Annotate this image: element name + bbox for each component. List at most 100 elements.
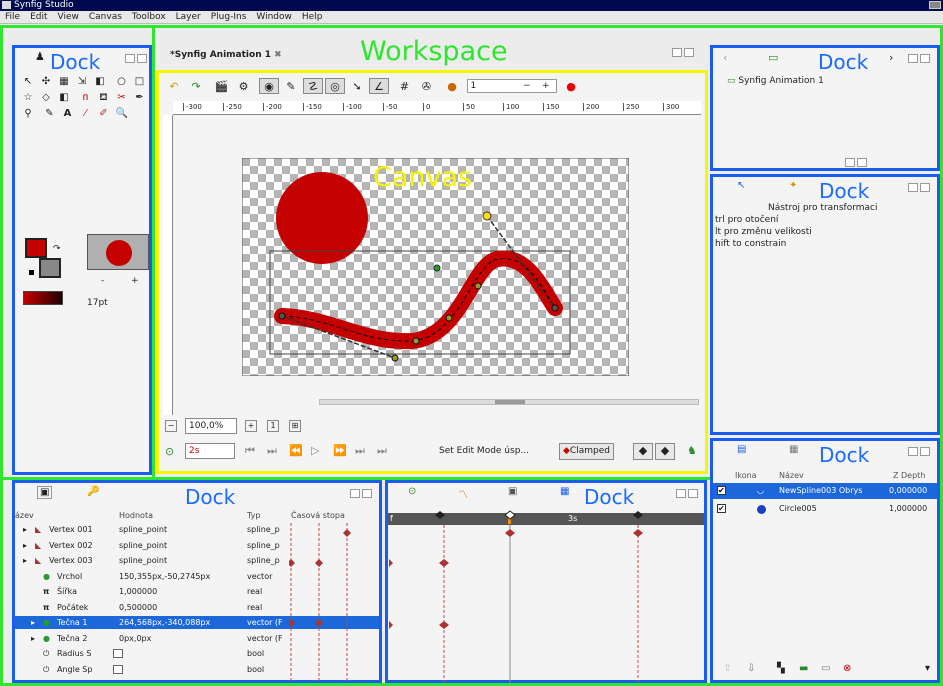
- raise-layer-icon[interactable]: ⇧: [723, 663, 731, 674]
- canvas-browser-tab-icon[interactable]: ▭: [768, 51, 778, 64]
- dock-buttons-6[interactable]: [676, 489, 702, 501]
- library-tab-icon[interactable]: ▦: [789, 444, 798, 455]
- vertex-handle-4[interactable]: [474, 282, 482, 290]
- record-icon[interactable]: ●: [561, 79, 581, 95]
- zoom-out-icon[interactable]: −: [165, 420, 177, 432]
- animation-mode-icon[interactable]: ⊙: [165, 445, 174, 458]
- dock-buttons-5[interactable]: [350, 489, 376, 501]
- zoom-in-icon[interactable]: +: [245, 420, 257, 432]
- document-tab[interactable]: *Synfig Animation 1 ✖: [170, 50, 282, 60]
- col-z-depth[interactable]: Z Depth: [893, 469, 925, 482]
- col-param-type[interactable]: Typ: [247, 509, 260, 522]
- expand-icon[interactable]: ▸: [23, 523, 27, 536]
- layers-tab-icon[interactable]: ▤: [737, 444, 746, 455]
- vertex-handle-3[interactable]: [445, 314, 453, 322]
- seek-prev-frame-icon[interactable]: ⏪: [289, 444, 303, 457]
- rotate-icon[interactable]: ◧: [94, 76, 106, 88]
- group-layer-icon[interactable]: ▚: [777, 663, 785, 674]
- menu-view[interactable]: View: [53, 11, 84, 24]
- reset-colors-icon[interactable]: [29, 270, 34, 275]
- text-icon[interactable]: A: [62, 108, 74, 120]
- dock-buttons[interactable]: [125, 54, 151, 66]
- keyframes-tab-icon[interactable]: 🔑: [87, 486, 99, 497]
- transform-icon[interactable]: ✣: [40, 76, 52, 88]
- upper-bound-icon[interactable]: ◆: [655, 443, 675, 460]
- sound-tab-icon[interactable]: ▣: [508, 486, 517, 497]
- polygon-icon[interactable]: ◇: [40, 92, 52, 104]
- col-name[interactable]: Název: [779, 469, 804, 482]
- col-param-value[interactable]: Hodnota: [119, 509, 153, 522]
- col-icon[interactable]: Ikona: [735, 469, 757, 482]
- col-param-name[interactable]: ázev: [15, 509, 34, 522]
- library-tab-icon-2[interactable]: ▦: [560, 486, 569, 497]
- toolbox-tab-icon[interactable]: ♟: [35, 50, 45, 63]
- fill-color-swatch[interactable]: [39, 258, 61, 278]
- menu-help[interactable]: Help: [297, 11, 328, 24]
- grid-icon[interactable]: #: [395, 79, 415, 95]
- layer-visibility-checkbox-2[interactable]: ✔: [717, 504, 726, 513]
- play-icon[interactable]: ▷: [311, 444, 319, 457]
- expand-icon[interactable]: ▸: [23, 554, 27, 567]
- brush-size-increase-button[interactable]: +: [131, 276, 139, 286]
- canvas-tree-item[interactable]: ▭ Synfig Animation 1: [727, 76, 824, 86]
- zoom-input[interactable]: 100,0%: [185, 418, 237, 434]
- delete-layer-icon[interactable]: ⊗: [843, 663, 851, 674]
- window-controls-icon[interactable]: [929, 1, 941, 9]
- bline-icon[interactable]: ☡: [303, 78, 323, 94]
- arrow-icon[interactable]: ↖: [22, 76, 34, 88]
- gradient-icon[interactable]: ◧: [58, 92, 70, 104]
- layer-row-1[interactable]: ✔ ◡ NewSpline003 Obrys 0,000000: [713, 483, 937, 499]
- vertex-handle-5[interactable]: [551, 304, 559, 312]
- scroll-left-icon[interactable]: ‹: [723, 51, 727, 64]
- brush-size-decrease-button[interactable]: -: [101, 276, 104, 286]
- zoom-fit-icon[interactable]: ⊞: [289, 420, 301, 432]
- dock-buttons-4[interactable]: [908, 447, 934, 459]
- col-param-timetrack[interactable]: Časová stopa: [291, 509, 345, 522]
- undo-icon[interactable]: ↶: [164, 79, 184, 95]
- tool-options-tab-icon[interactable]: ↖: [737, 180, 745, 191]
- lower-bound-icon[interactable]: ◆: [633, 443, 653, 460]
- dock-buttons-2b[interactable]: [845, 158, 871, 170]
- onion-icon[interactable]: ✎: [281, 79, 301, 95]
- zoom-icon[interactable]: 🔍: [116, 108, 128, 120]
- interpolation-select[interactable]: ◆Clamped: [559, 443, 614, 460]
- vertex-handle-1[interactable]: [278, 312, 286, 320]
- menu-file[interactable]: File: [0, 11, 25, 24]
- params-tab-icon[interactable]: ✦: [789, 180, 797, 191]
- draft-mode-icon[interactable]: ◉: [259, 78, 279, 94]
- spline-icon[interactable]: ᴨ: [80, 92, 92, 104]
- lower-layer-icon[interactable]: ⇩: [747, 663, 755, 674]
- timetrack-tab-icon[interactable]: ⊙: [408, 486, 416, 497]
- current-time-input[interactable]: 2s: [185, 443, 235, 459]
- gradient-swatch[interactable]: [23, 291, 63, 305]
- redo-icon[interactable]: ↷: [186, 79, 206, 95]
- dock-buttons-3[interactable]: [908, 183, 934, 195]
- layers-menu-icon[interactable]: ▾: [925, 663, 930, 674]
- menu-edit[interactable]: Edit: [25, 11, 52, 24]
- cut-icon[interactable]: ✂: [116, 92, 128, 104]
- frame-spin-input[interactable]: 1− +: [466, 79, 557, 93]
- seek-prev-keyframe-icon[interactable]: ⏭: [267, 444, 277, 458]
- param-checkbox[interactable]: [113, 649, 123, 658]
- preview-icon[interactable]: ⚙: [234, 79, 254, 95]
- expand-icon[interactable]: ▸: [31, 632, 35, 645]
- pencil-icon[interactable]: ✎: [44, 108, 56, 120]
- expand-icon[interactable]: ▸: [31, 616, 35, 629]
- seek-begin-icon[interactable]: ⏮: [245, 444, 255, 458]
- horizontal-scrollbar[interactable]: [319, 399, 699, 405]
- circle-icon[interactable]: ○: [116, 76, 128, 88]
- duplicate-layer-icon[interactable]: ▭: [821, 663, 830, 674]
- tangent-handle[interactable]: [482, 211, 492, 221]
- brush-icon[interactable]: ⁄: [80, 108, 92, 120]
- width-handle[interactable]: [391, 354, 399, 362]
- circle-layer[interactable]: [276, 172, 368, 264]
- brush-preview[interactable]: [87, 234, 149, 270]
- dock-buttons-2[interactable]: [908, 54, 934, 66]
- window-menu-icon[interactable]: [2, 1, 11, 9]
- menu-window[interactable]: Window: [251, 11, 297, 24]
- params-tab-icon[interactable]: ▣: [37, 486, 53, 499]
- layer-visibility-checkbox[interactable]: ✔: [717, 486, 726, 495]
- param-checkbox[interactable]: [113, 664, 123, 674]
- outline-color-swatch[interactable]: [25, 238, 47, 258]
- close-tab-icon[interactable]: ✖: [274, 50, 282, 60]
